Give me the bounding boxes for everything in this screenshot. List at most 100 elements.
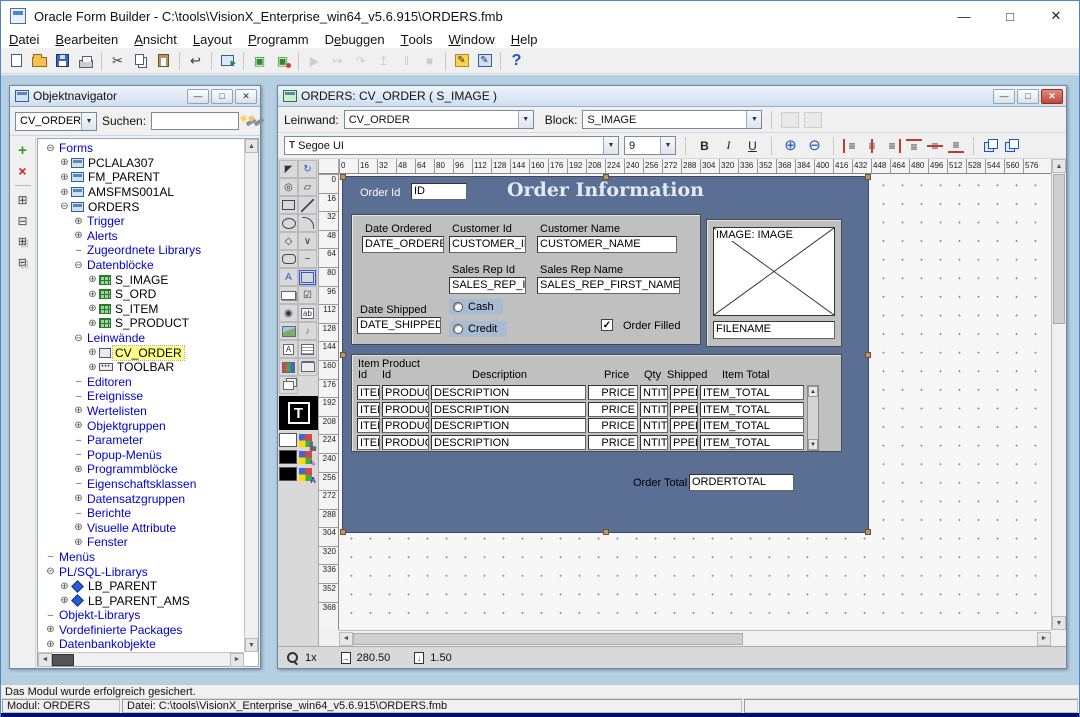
tree-item-parameter[interactable]: –Parameter bbox=[38, 433, 244, 448]
chevron-down-icon[interactable]: ▼ bbox=[518, 111, 533, 128]
qty-cell[interactable]: NTITY bbox=[640, 402, 668, 417]
tree-item-lb-parent-ams[interactable]: ⊕LB_PARENT_AMS bbox=[38, 593, 244, 608]
item-total-cell[interactable]: ITEM_TOTAL bbox=[700, 435, 804, 450]
navigator-object-combo[interactable]: CV_ORDER ▼ bbox=[15, 112, 97, 131]
collapse-node-icon[interactable]: ⊖ bbox=[44, 143, 57, 154]
tree-item-pclala307[interactable]: ⊕PCLALA307 bbox=[38, 156, 244, 171]
scroll-up-icon[interactable]: ▲ bbox=[1052, 159, 1066, 173]
item-id-cell[interactable]: ITEM bbox=[357, 418, 380, 433]
filename-field[interactable]: FILENAME bbox=[713, 321, 835, 339]
search-forward-icon[interactable] bbox=[244, 114, 247, 128]
expand-node-icon[interactable]: ⊕ bbox=[72, 230, 85, 241]
scrollbar-thumb[interactable] bbox=[353, 633, 743, 645]
scroll-right-icon[interactable]: ► bbox=[230, 653, 244, 667]
object-navigator-titlebar[interactable]: Objektnavigator — □ ✕ bbox=[10, 86, 260, 107]
expand-node-icon[interactable]: ⊕ bbox=[86, 347, 99, 358]
expand-node-icon[interactable]: ⊕ bbox=[58, 172, 71, 183]
item-total-cell[interactable]: ITEM_TOTAL bbox=[700, 418, 804, 433]
delete-icon[interactable]: × bbox=[15, 164, 31, 178]
sales-rep-name-field[interactable]: SALES_REP_FIRST_NAME bbox=[537, 277, 680, 294]
tree-item-datenbankobjekte[interactable]: ⊕Datenbankobjekte bbox=[38, 637, 244, 652]
scroll-down-icon[interactable]: ▼ bbox=[1052, 616, 1066, 630]
align-right-icon[interactable] bbox=[885, 139, 901, 153]
form-canvas-cv-order[interactable]: Order Id ID Order Information Date Order… bbox=[342, 176, 869, 533]
tree-item-vordefinierte-packages[interactable]: ⊕Vordefinierte Packages bbox=[38, 623, 244, 638]
chevron-down-icon[interactable]: ▼ bbox=[81, 113, 96, 130]
tree-item-lb-parent[interactable]: ⊕LB_PARENT bbox=[38, 579, 244, 594]
image-item-tool-icon[interactable] bbox=[279, 322, 298, 340]
price-cell[interactable]: PRICE bbox=[588, 435, 638, 450]
menu-window[interactable]: Window bbox=[440, 31, 502, 48]
text-color-swatch[interactable] bbox=[279, 467, 297, 481]
chevron-down-icon[interactable]: ▼ bbox=[746, 111, 761, 128]
collapse-node-icon[interactable]: ⊖ bbox=[72, 260, 85, 271]
price-cell[interactable]: PRICE bbox=[588, 418, 638, 433]
polyline-tool-icon[interactable]: ∨ bbox=[298, 232, 317, 250]
image-item[interactable]: IMAGE: IMAGE bbox=[713, 227, 835, 316]
scroll-down-icon[interactable]: ▼ bbox=[808, 439, 818, 450]
align-left-icon[interactable] bbox=[843, 139, 859, 153]
description-cell[interactable]: DESCRIPTION bbox=[431, 418, 586, 433]
image-panel[interactable]: IMAGE: IMAGE FILENAME bbox=[706, 219, 842, 347]
product-id-cell[interactable]: PRODUC bbox=[382, 402, 429, 417]
ellipse-tool-icon[interactable] bbox=[279, 214, 298, 232]
date-ordered-label[interactable]: Date Ordered bbox=[365, 223, 432, 235]
customer-id-label[interactable]: Customer Id bbox=[452, 223, 512, 235]
customer-name-label[interactable]: Customer Name bbox=[540, 223, 620, 235]
date-shipped-field[interactable]: DATE_SHIPPED bbox=[357, 317, 441, 334]
expand-icon[interactable]: ⊞ bbox=[15, 193, 31, 207]
bold-button[interactable]: B bbox=[695, 137, 714, 155]
collapse-node-icon[interactable]: ⊖ bbox=[44, 566, 57, 577]
tree-item-datensatzgruppen[interactable]: ⊕Datensatzgruppen bbox=[38, 491, 244, 506]
radio-tool-icon[interactable]: ◉ bbox=[279, 304, 298, 322]
shipped-cell[interactable]: PPED bbox=[670, 385, 698, 400]
shipped-cell[interactable]: PPED bbox=[670, 402, 698, 417]
display-item-tool-icon[interactable] bbox=[279, 340, 298, 358]
rotate-tool-icon[interactable]: ↻ bbox=[298, 160, 317, 178]
canvas-vertical-scrollbar[interactable]: ▲ ▼ bbox=[1051, 159, 1066, 630]
product-id-cell[interactable]: PRODUC bbox=[382, 435, 429, 450]
layout-editor-titlebar[interactable]: ORDERS: CV_ORDER ( S_IMAGE ) — □ ✕ bbox=[278, 86, 1066, 107]
tree-item-wertelisten[interactable]: ⊕Wertelisten bbox=[38, 404, 244, 419]
fill-color-icon[interactable] bbox=[299, 434, 312, 447]
search-backward-icon[interactable] bbox=[252, 114, 255, 128]
item-id-cell[interactable]: ITEM bbox=[357, 435, 380, 450]
sales-rep-id-label[interactable]: Sales Rep Id bbox=[452, 264, 515, 276]
qty-cell[interactable]: NTITY bbox=[640, 418, 668, 433]
tree-item-datenbl-cke[interactable]: ⊖Datenblöcke bbox=[38, 258, 244, 273]
chevron-down-icon[interactable]: ▼ bbox=[603, 137, 618, 154]
order-filled-label[interactable]: Order Filled bbox=[623, 320, 680, 332]
customer-name-field[interactable]: CUSTOMER_NAME bbox=[537, 236, 677, 253]
font-size-combo[interactable]: 9 ▼ bbox=[624, 136, 676, 155]
menu-bearbeiten[interactable]: Bearbeiten bbox=[47, 31, 126, 48]
scrollbar-thumb[interactable] bbox=[52, 654, 74, 666]
tree-item-programmbl-cke[interactable]: ⊕Programmblöcke bbox=[38, 462, 244, 477]
text-tool-icon[interactable]: A bbox=[279, 268, 298, 286]
tree-item-s-image[interactable]: ⊕S_IMAGE bbox=[38, 272, 244, 287]
navigator-minimize-button[interactable]: — bbox=[187, 89, 209, 104]
tree-item-orders[interactable]: ⊖ORDERS bbox=[38, 199, 244, 214]
cash-radio[interactable]: Cash bbox=[449, 299, 503, 315]
line-color-swatch[interactable] bbox=[279, 450, 297, 464]
search-input[interactable] bbox=[151, 112, 239, 130]
expand-all-icon[interactable]: ⊞ bbox=[15, 235, 31, 249]
expand-node-icon[interactable]: ⊕ bbox=[72, 537, 85, 548]
tree-item-leinw-nde[interactable]: ⊖Leinwände bbox=[38, 331, 244, 346]
tree-item-eigenschaftsklassen[interactable]: –Eigenschaftsklassen bbox=[38, 477, 244, 492]
tree-item-alerts[interactable]: ⊕Alerts bbox=[38, 229, 244, 244]
items-table-panel[interactable]: Item Id Product Id Description Price Qty… bbox=[351, 354, 842, 452]
data-block-wizard-icon[interactable]: ✎ bbox=[473, 50, 496, 72]
canvas-horizontal-scrollbar[interactable]: ◄ ► bbox=[339, 630, 1051, 646]
shipped-cell[interactable]: PPED bbox=[670, 435, 698, 450]
order-total-field[interactable]: ORDERTOTAL bbox=[689, 474, 794, 491]
tree-item-men-s[interactable]: –Menüs bbox=[38, 550, 244, 565]
tree-item-s-ord[interactable]: ⊕S_ORD bbox=[38, 287, 244, 302]
expand-node-icon[interactable]: ⊕ bbox=[86, 274, 99, 285]
tree-item-visuelle-attribute[interactable]: ⊕Visuelle Attribute bbox=[38, 520, 244, 535]
copy-icon[interactable] bbox=[129, 50, 152, 72]
new-module-icon[interactable] bbox=[5, 50, 28, 72]
arc-tool-icon[interactable] bbox=[298, 214, 317, 232]
expand-node-icon[interactable]: ⊕ bbox=[58, 157, 71, 168]
magnify-tool-icon[interactable]: ◎ bbox=[279, 178, 298, 196]
debug-mode-icon[interactable]: ▣ bbox=[248, 50, 271, 72]
